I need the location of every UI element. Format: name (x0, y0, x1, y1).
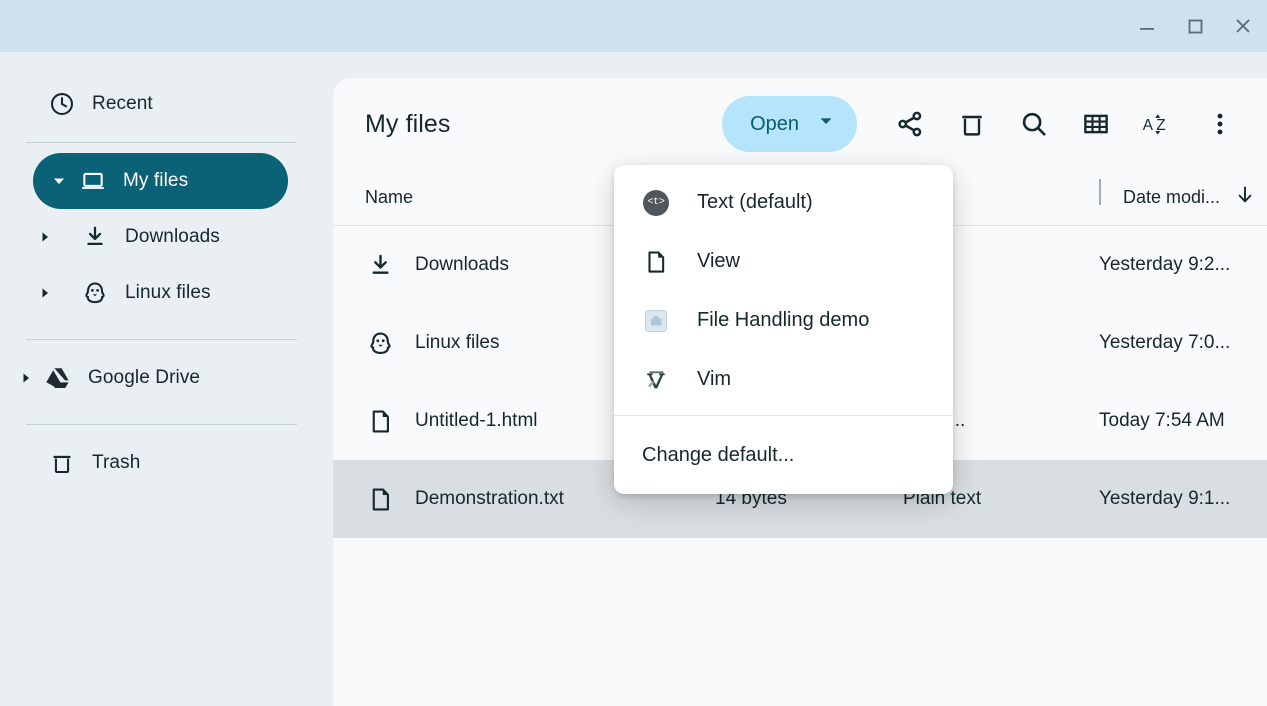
row-date: Today 7:54 AM (1099, 410, 1225, 432)
column-header-date-label: Date modi... (1123, 187, 1220, 208)
open-button-label: Open (750, 113, 799, 136)
text-app-icon: <t> (642, 189, 670, 217)
sidebar-item-label: Google Drive (88, 367, 200, 389)
chevron-right-icon[interactable] (35, 283, 55, 303)
trash-icon (957, 109, 987, 139)
sidebar-item-label: Trash (92, 452, 140, 474)
sidebar-item-google-drive[interactable]: Google Drive (12, 350, 309, 406)
linux-penguin-icon (81, 279, 109, 307)
more-options-button[interactable] (1192, 96, 1248, 152)
three-dots-vertical-icon (1206, 110, 1234, 138)
grid-view-icon (1081, 109, 1111, 139)
sidebar-item-label: Linux files (125, 282, 211, 304)
sidebar-item-label: My files (123, 170, 188, 192)
sidebar-item-label: Recent (92, 93, 153, 115)
sidebar-item-recent[interactable]: Recent (12, 76, 309, 132)
minimize-button[interactable] (1123, 0, 1171, 52)
svg-text:A: A (1143, 117, 1154, 134)
sidebar-item-trash[interactable]: Trash (12, 435, 309, 491)
arrow-down-icon (1234, 184, 1256, 211)
page-title: My files (365, 110, 451, 139)
menu-item-change-default[interactable]: Change default... (614, 416, 953, 494)
share-button[interactable] (882, 96, 938, 152)
view-toggle-button[interactable] (1068, 96, 1124, 152)
laptop-icon (79, 167, 107, 195)
sort-button[interactable]: A Z (1130, 96, 1186, 152)
window-titlebar (0, 0, 1267, 52)
download-icon (81, 223, 109, 251)
sidebar-divider-2 (26, 339, 297, 340)
chevron-down-icon (817, 112, 835, 136)
menu-item-label: Change default... (642, 444, 794, 467)
menu-item-file-handling-demo[interactable]: File Handling demo (614, 291, 953, 350)
chevron-right-icon[interactable] (16, 368, 36, 388)
clock-icon (48, 90, 76, 118)
sidebar-item-downloads[interactable]: Downloads (45, 209, 309, 265)
chevron-down-icon[interactable] (49, 171, 69, 191)
sidebar-item-label: Downloads (125, 226, 220, 248)
files-app-window: Recent My files (0, 0, 1267, 706)
row-date: Yesterday 7:0... (1099, 332, 1230, 354)
menu-item-label: File Handling demo (697, 309, 869, 332)
open-with-menu: <t> Text (default) View File Handling de… (614, 165, 953, 494)
search-icon (1019, 109, 1049, 139)
file-icon (365, 484, 395, 514)
download-icon (365, 250, 395, 280)
column-header-date[interactable]: Date modi... (1099, 184, 1256, 211)
linux-penguin-icon (365, 328, 395, 358)
menu-item-label: View (697, 250, 740, 273)
sidebar-divider-3 (26, 424, 297, 425)
menu-item-label: Text (default) (697, 191, 813, 214)
maximize-icon (1185, 16, 1205, 36)
sidebar-item-linux-files[interactable]: Linux files (45, 265, 309, 321)
delete-button[interactable] (944, 96, 1000, 152)
maximize-button[interactable] (1171, 0, 1219, 52)
close-button[interactable] (1219, 0, 1267, 52)
file-handling-demo-icon (642, 307, 670, 335)
menu-item-view[interactable]: View (614, 232, 953, 291)
files-toolbar: My files Open (333, 78, 1267, 170)
window-controls (1123, 0, 1267, 52)
chevron-right-icon[interactable] (35, 227, 55, 247)
navigation-sidebar: Recent My files (0, 52, 333, 706)
trash-icon (48, 449, 76, 477)
sidebar-item-my-files[interactable]: My files (33, 153, 288, 209)
sort-az-icon: A Z (1141, 109, 1175, 139)
row-date: Yesterday 9:1... (1099, 488, 1230, 510)
menu-item-vim[interactable]: Vim (614, 350, 953, 409)
vim-icon (642, 366, 670, 394)
file-icon (642, 248, 670, 276)
close-icon (1232, 15, 1254, 37)
sidebar-divider-1 (26, 142, 297, 143)
google-drive-icon (44, 364, 72, 392)
file-icon (365, 406, 395, 436)
menu-item-label: Vim (697, 368, 731, 391)
minimize-icon (1137, 16, 1157, 36)
open-button[interactable]: Open (722, 96, 857, 152)
row-date: Yesterday 9:2... (1099, 254, 1230, 276)
search-button[interactable] (1006, 96, 1062, 152)
menu-item-text-default[interactable]: <t> Text (default) (614, 173, 953, 232)
share-icon (895, 109, 925, 139)
